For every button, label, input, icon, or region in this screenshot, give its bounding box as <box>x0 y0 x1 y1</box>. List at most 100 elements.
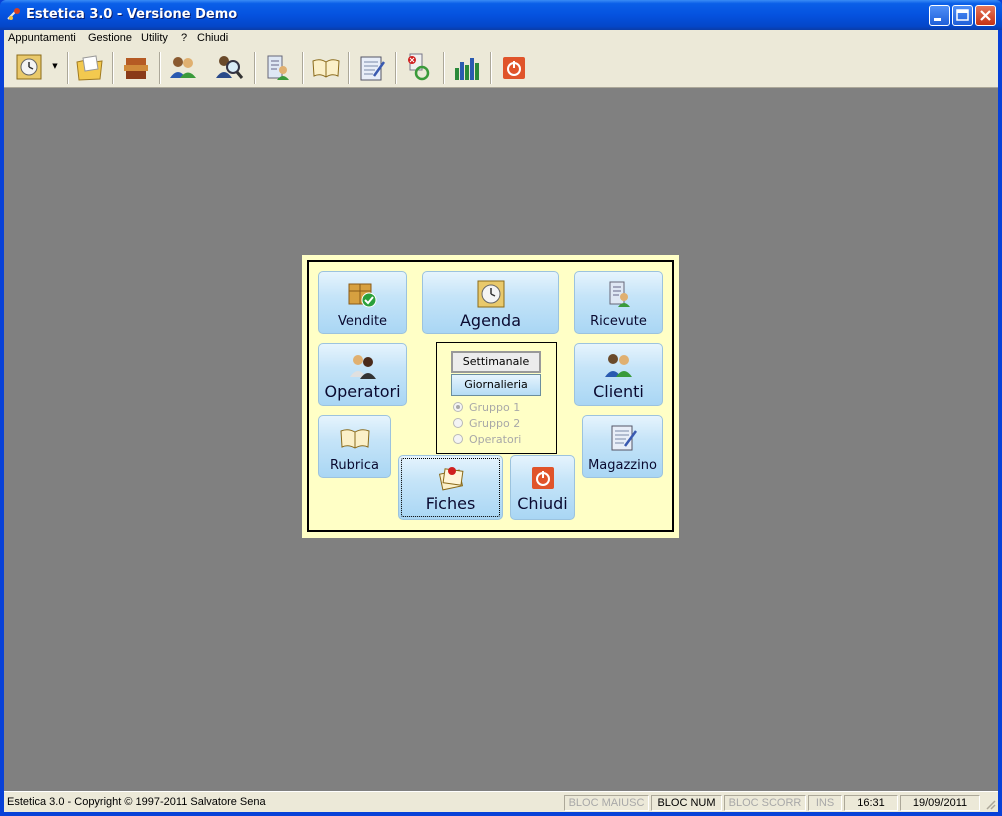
toolbar-separator <box>302 52 304 84</box>
toolbar-separator <box>348 52 350 84</box>
open-folder-icon <box>76 55 103 81</box>
giornalieria-button[interactable]: Giornalieria <box>451 374 541 396</box>
operatori-label: Operatori <box>324 382 401 401</box>
notepad-icon <box>360 56 386 81</box>
maximize-button[interactable] <box>952 5 973 26</box>
toolbar-separator <box>67 52 69 84</box>
toolbar-separator <box>254 52 256 84</box>
toolbar-open-button[interactable] <box>74 52 106 84</box>
status-copyright: Estetica 3.0 - Copyright © 1997-2011 Sal… <box>7 796 266 808</box>
chiudi-button[interactable]: Chiudi <box>510 455 575 520</box>
radio-operatori-label: Operatori <box>469 433 522 446</box>
toolbar-search-button[interactable] <box>214 52 246 84</box>
clienti-label: Clienti <box>593 382 644 401</box>
search-user-icon <box>216 56 244 79</box>
toolbar-agenda-button[interactable] <box>14 52 46 84</box>
status-bar: Estetica 3.0 - Copyright © 1997-2011 Sal… <box>4 791 998 812</box>
cash-register-icon <box>124 58 148 79</box>
toolbar-exit-button[interactable] <box>498 52 530 84</box>
address-book-icon <box>339 429 370 449</box>
minimize-icon <box>934 18 941 21</box>
toolbar-separator <box>490 52 492 84</box>
agenda-button[interactable]: Agenda <box>422 271 559 334</box>
status-time: 16:31 <box>844 795 898 811</box>
radio-unchecked-icon <box>453 418 463 428</box>
toolbar-separator <box>443 52 445 84</box>
vendite-button[interactable]: Vendite <box>318 271 407 334</box>
bar-chart-icon <box>455 58 479 80</box>
close-icon <box>980 10 991 21</box>
status-scroll-lock: BLOC SCORR <box>724 795 806 811</box>
status-num-lock: BLOC NUM <box>651 795 722 811</box>
app-logo-icon <box>7 8 20 20</box>
settimanale-button[interactable]: Settimanale <box>451 351 541 373</box>
toolbar-stats-button[interactable] <box>451 52 483 84</box>
receipt-icon <box>267 55 289 80</box>
toolbar-notes-button[interactable] <box>356 52 388 84</box>
address-book-icon <box>312 59 340 78</box>
delete-sync-icon <box>408 53 430 81</box>
menu-gestione[interactable]: Gestione <box>88 32 132 44</box>
main-menu-frame: Vendite Agenda Ricevute Operatori Client… <box>307 260 674 532</box>
magazzino-label: Magazzino <box>588 458 657 473</box>
power-icon <box>531 467 554 489</box>
maximize-icon <box>956 9 969 21</box>
menu-help[interactable]: ? <box>181 32 187 44</box>
agenda-clock-icon <box>477 280 504 308</box>
toolbar: ▼ <box>4 48 998 88</box>
menu-chiudi[interactable]: Chiudi <box>197 32 228 44</box>
minimize-button[interactable] <box>929 5 950 26</box>
radio-operatori[interactable]: Operatori <box>453 433 521 446</box>
status-caps-lock: BLOC MAIUSC <box>564 795 649 811</box>
ricevute-label: Ricevute <box>590 314 647 329</box>
fiches-button[interactable]: Fiches <box>398 455 503 520</box>
radio-gruppo-1[interactable]: Gruppo 1 <box>453 401 520 414</box>
menu-utility[interactable]: Utility <box>141 32 168 44</box>
toolbar-delete-button[interactable] <box>403 52 435 84</box>
users-icon <box>604 354 632 377</box>
status-date: 19/09/2011 <box>900 795 980 811</box>
toolbar-clients-button[interactable] <box>167 52 199 84</box>
rubrica-button[interactable]: Rubrica <box>318 415 391 478</box>
agenda-dropdown-arrow[interactable]: ▼ <box>51 62 59 70</box>
client-area: Appuntamenti Gestione Utility ? Chiudi ▼ <box>4 30 998 812</box>
menu-bar: Appuntamenti Gestione Utility ? Chiudi <box>4 30 998 48</box>
toolbar-separator <box>112 52 114 84</box>
radio-unchecked-icon <box>453 434 463 444</box>
chiudi-label: Chiudi <box>517 494 568 513</box>
fiches-label: Fiches <box>425 494 476 513</box>
rubrica-label: Rubrica <box>329 458 379 473</box>
fiches-cards-icon <box>438 467 463 491</box>
toolbar-receipts-button[interactable] <box>262 52 294 84</box>
status-insert: INS <box>808 795 842 811</box>
title-bar[interactable]: Estetica 3.0 - Versione Demo <box>0 0 1002 30</box>
window-title: Estetica 3.0 - Versione Demo <box>26 7 238 22</box>
agenda-options-box: Settimanale Giornalieria Gruppo 1 Gruppo… <box>436 342 557 454</box>
magazzino-button[interactable]: Magazzino <box>582 415 663 478</box>
toolbar-separator <box>159 52 161 84</box>
radio-checked-icon <box>453 402 463 412</box>
toolbar-sales-button[interactable] <box>120 52 152 84</box>
agenda-clock-icon <box>16 54 42 80</box>
power-icon <box>503 57 525 79</box>
toolbar-separator <box>395 52 397 84</box>
ricevute-button[interactable]: Ricevute <box>574 271 663 334</box>
users-icon <box>170 57 196 78</box>
app-window: Estetica 3.0 - Versione Demo Appuntament… <box>0 0 1002 816</box>
main-menu-panel: Vendite Agenda Ricevute Operatori Client… <box>302 255 679 538</box>
sales-box-icon <box>348 283 376 308</box>
radio-gruppo-2[interactable]: Gruppo 2 <box>453 417 520 430</box>
menu-appuntamenti[interactable]: Appuntamenti <box>8 32 76 44</box>
operators-icon <box>349 355 376 379</box>
receipt-icon <box>609 281 630 307</box>
radio-gruppo-2-label: Gruppo 2 <box>469 417 521 430</box>
radio-gruppo-1-label: Gruppo 1 <box>469 401 521 414</box>
agenda-label: Agenda <box>459 311 522 330</box>
clienti-button[interactable]: Clienti <box>574 343 663 406</box>
toolbar-addressbook-button[interactable] <box>310 52 342 84</box>
operatori-button[interactable]: Operatori <box>318 343 407 406</box>
notepad-icon <box>611 425 637 451</box>
close-button[interactable] <box>975 5 996 26</box>
vendite-label: Vendite <box>337 314 388 329</box>
resize-grip-icon[interactable] <box>984 798 996 810</box>
